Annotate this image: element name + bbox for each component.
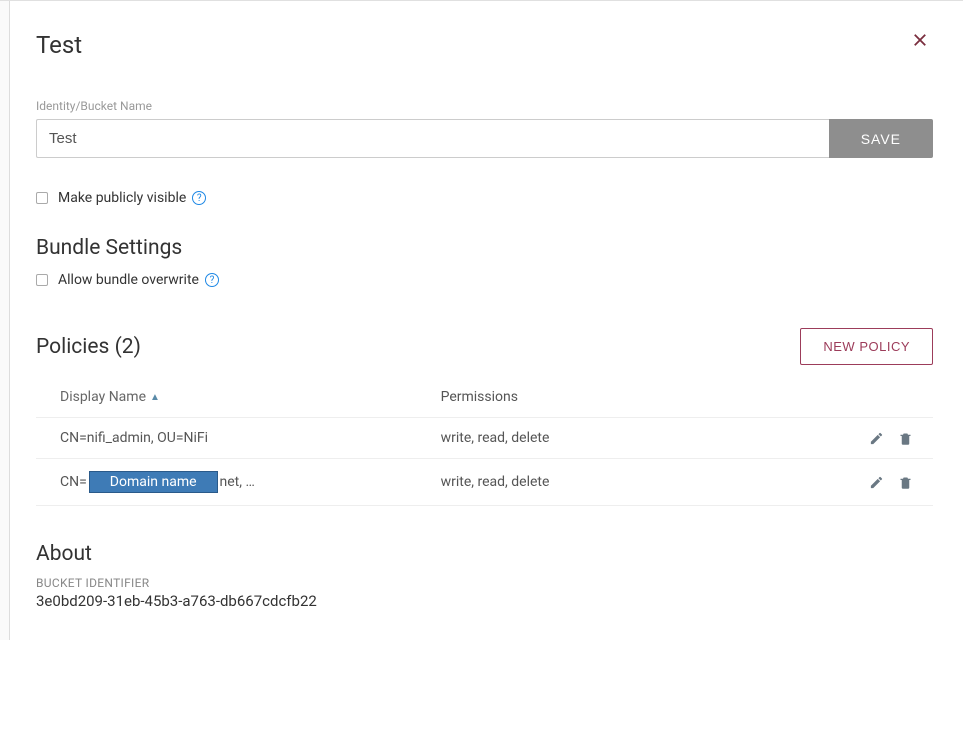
- header-row: Test: [36, 31, 933, 59]
- table-row: CN=nifi_admin, OU=NiFi write, read, dele…: [36, 418, 933, 459]
- help-icon[interactable]: ?: [192, 191, 206, 205]
- policy-display-name: CN=nifi_admin, OU=NiFi: [60, 430, 441, 446]
- bundle-overwrite-label: Allow bundle overwrite: [58, 272, 199, 288]
- delete-icon[interactable]: [898, 475, 913, 490]
- public-visible-row: Make publicly visible ?: [36, 190, 933, 206]
- delete-icon[interactable]: [898, 431, 913, 446]
- policy-display-name: CN=Domain namenet, …: [60, 471, 441, 493]
- about-section: About BUCKET IDENTIFIER 3e0bd209-31eb-45…: [36, 542, 933, 610]
- identity-input[interactable]: [36, 119, 829, 158]
- col-header-name[interactable]: Display Name ▲: [60, 389, 441, 405]
- bundle-overwrite-row: Allow bundle overwrite ?: [36, 272, 933, 288]
- save-button[interactable]: SAVE: [829, 119, 933, 158]
- public-visible-label: Make publicly visible: [58, 190, 186, 206]
- page-title: Test: [36, 31, 82, 59]
- edit-icon[interactable]: [869, 475, 884, 490]
- about-title: About: [36, 542, 933, 566]
- new-policy-button[interactable]: NEW POLICY: [800, 328, 933, 365]
- bundle-overwrite-checkbox[interactable]: [36, 274, 48, 286]
- bundle-settings-title: Bundle Settings: [36, 236, 933, 260]
- bucket-panel: Test Identity/Bucket Name SAVE Make publ…: [0, 0, 963, 640]
- col-header-name-label: Display Name: [60, 389, 146, 405]
- bucket-id-label: BUCKET IDENTIFIER: [36, 576, 933, 590]
- table-header: Display Name ▲ Permissions: [36, 377, 933, 418]
- redaction-badge: Domain name: [89, 471, 218, 493]
- identity-row: SAVE: [36, 119, 933, 158]
- close-icon[interactable]: [907, 31, 933, 49]
- policies-table: Display Name ▲ Permissions CN=nifi_admin…: [36, 377, 933, 506]
- public-visible-checkbox[interactable]: [36, 192, 48, 204]
- display-name-suffix: net, …: [220, 474, 255, 490]
- edit-icon[interactable]: [869, 431, 884, 446]
- display-name-text: CN=nifi_admin, OU=NiFi: [60, 430, 208, 446]
- policies-title: Policies (2): [36, 335, 141, 359]
- identity-label: Identity/Bucket Name: [36, 99, 933, 113]
- display-name-prefix: CN=: [60, 474, 87, 490]
- col-header-permissions[interactable]: Permissions: [441, 389, 770, 405]
- left-rail: [0, 1, 10, 640]
- help-icon[interactable]: ?: [205, 273, 219, 287]
- policy-permissions: write, read, delete: [441, 474, 770, 490]
- policy-permissions: write, read, delete: [441, 430, 770, 446]
- table-row: CN=Domain namenet, … write, read, delete: [36, 459, 933, 506]
- bucket-id-value: 3e0bd209-31eb-45b3-a763-db667cdcfb22: [36, 592, 933, 610]
- sort-asc-icon: ▲: [150, 392, 160, 403]
- policies-header: Policies (2) NEW POLICY: [36, 328, 933, 365]
